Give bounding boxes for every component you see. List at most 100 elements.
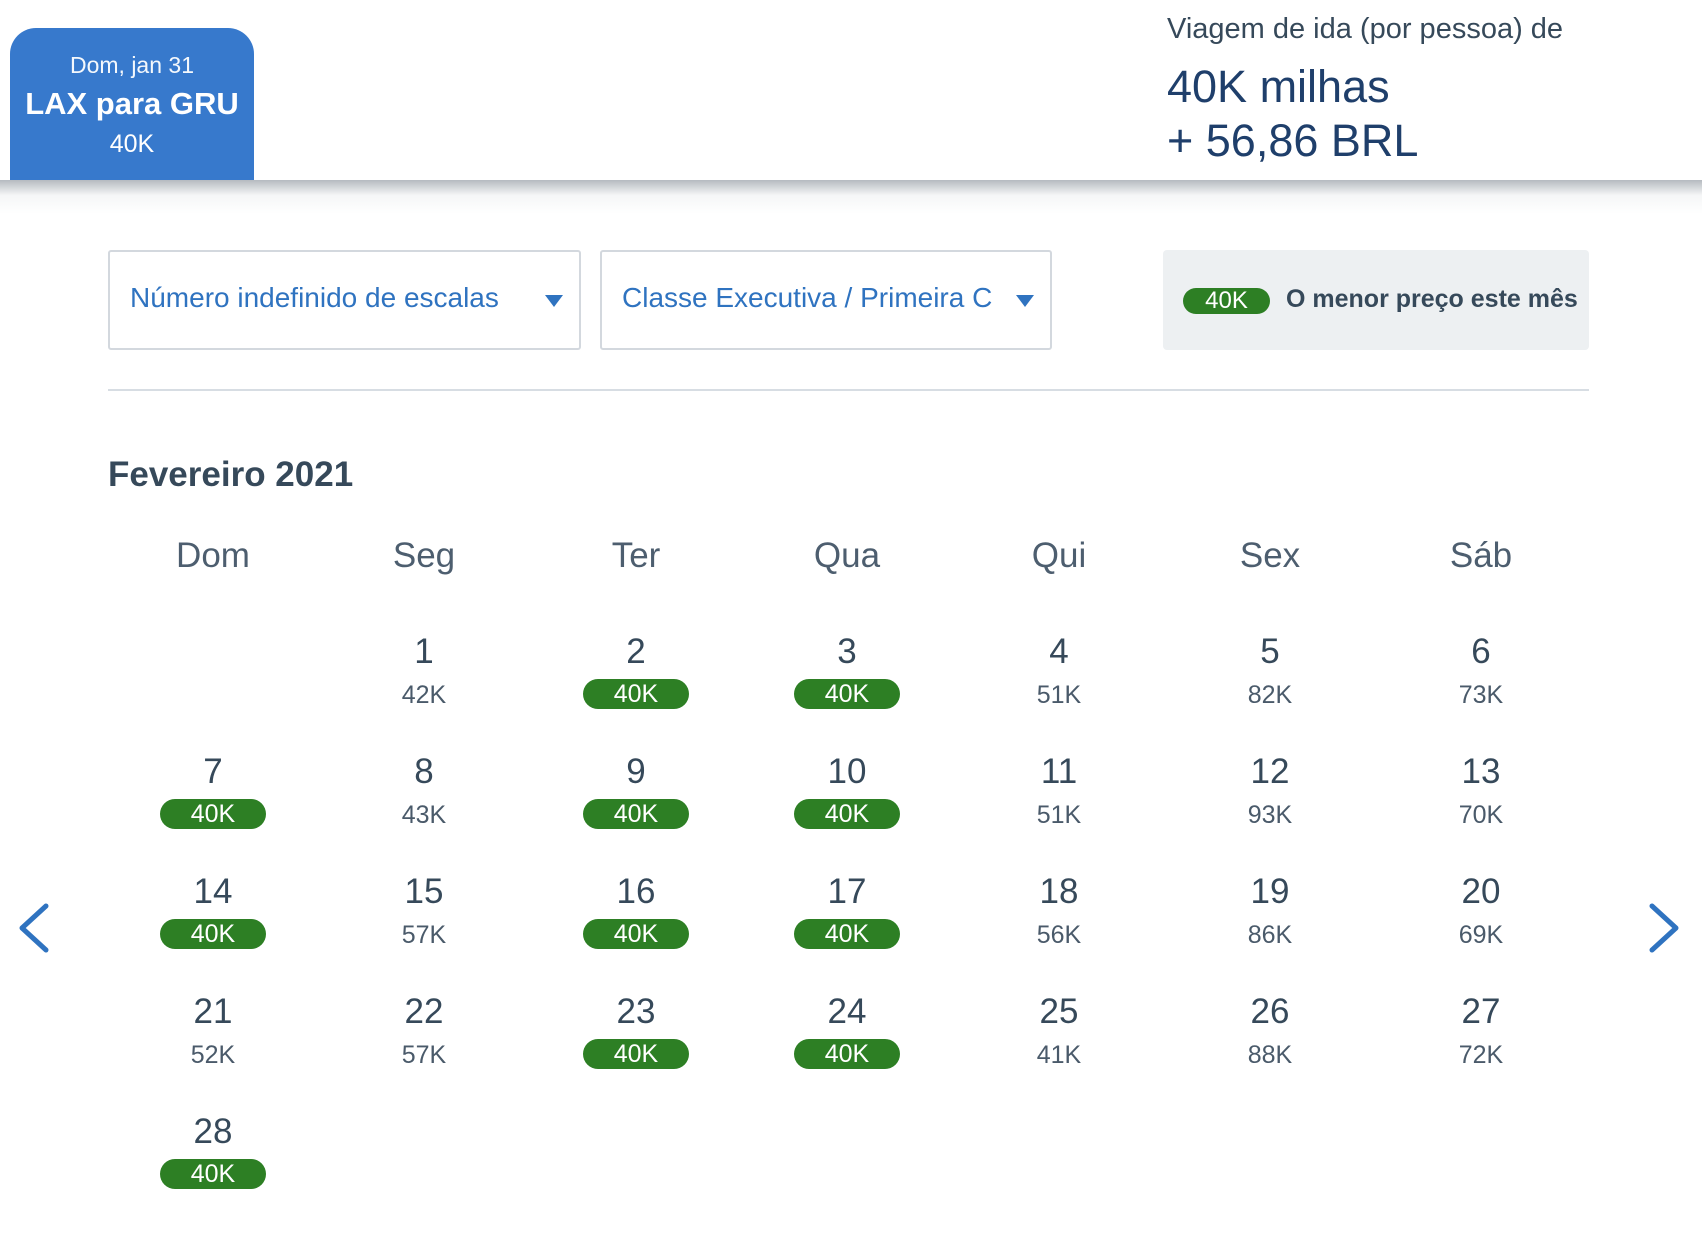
calendar-day[interactable]: 28 40K — [138, 1112, 288, 1212]
legend-text: O menor preço este mês — [1286, 285, 1578, 313]
calendar-day-lowest-price-pill: 40K — [583, 1039, 689, 1069]
calendar-day[interactable]: 24 40K — [772, 992, 922, 1092]
calendar-day-price: 70K — [1458, 801, 1504, 829]
calendar-day[interactable]: 1 42K — [349, 632, 499, 732]
calendar-day-price: 88K — [1247, 1041, 1293, 1069]
calendar-day-number: 16 — [616, 872, 656, 911]
calendar-day-price: 56K — [1036, 921, 1082, 949]
caret-down-icon — [1016, 295, 1034, 307]
calendar-day-lowest-price-pill: 40K — [794, 799, 900, 829]
calendar-day[interactable]: 15 57K — [349, 872, 499, 972]
calendar-day-number: 17 — [827, 872, 867, 911]
weekday-label: Dom — [176, 536, 250, 575]
calendar-day[interactable]: 21 52K — [138, 992, 288, 1092]
weekday-label: Ter — [611, 536, 661, 575]
calendar-day[interactable]: 19 86K — [1195, 872, 1345, 972]
header: Dom, jan 31 LAX para GRU 40K Viagem de i… — [0, 0, 1702, 180]
calendar-day[interactable]: 10 40K — [772, 752, 922, 852]
calendar-day[interactable]: 12 93K — [1195, 752, 1345, 852]
fare-summary: Viagem de ida (por pessoa) de 40K milhas… — [1167, 12, 1563, 168]
fare-label: Viagem de ida (por pessoa) de — [1167, 13, 1564, 45]
calendar-day-number: 21 — [193, 992, 233, 1031]
calendar-day[interactable]: 11 51K — [984, 752, 1134, 852]
calendar-day-number: 8 — [414, 752, 434, 791]
calendar-day[interactable]: 20 69K — [1406, 872, 1556, 972]
calendar-day-number: 19 — [1250, 872, 1290, 911]
calendar-day-price: 41K — [1036, 1041, 1082, 1069]
calendar-day-number: 18 — [1039, 872, 1079, 911]
cabin-class-dropdown[interactable]: Classe Executiva / Primeira Classe — [600, 250, 1052, 350]
calendar-day[interactable]: 22 57K — [349, 992, 499, 1092]
calendar-day-lowest-price-pill: 40K — [794, 1039, 900, 1069]
header-shadow — [0, 180, 1702, 214]
calendar-day-number: 22 — [404, 992, 444, 1031]
calendar-day[interactable]: 5 82K — [1195, 632, 1345, 732]
cabin-class-dropdown-value: Classe Executiva / Primeira Classe — [622, 282, 992, 313]
calendar-day[interactable]: 7 40K — [138, 752, 288, 852]
calendar-day[interactable]: 25 41K — [984, 992, 1134, 1092]
calendar-day-lowest-price-pill: 40K — [583, 679, 689, 709]
trip-tab-selected[interactable]: Dom, jan 31 LAX para GRU 40K — [10, 28, 254, 180]
calendar-day[interactable]: 13 70K — [1406, 752, 1556, 852]
calendar-day-price: 86K — [1247, 921, 1293, 949]
calendar-day-number: 20 — [1461, 872, 1501, 911]
weekday-label: Qui — [1031, 536, 1087, 575]
calendar-day-number: 5 — [1260, 632, 1280, 671]
calendar-day[interactable]: 6 73K — [1406, 632, 1556, 732]
calendar-day-lowest-price-pill: 40K — [794, 919, 900, 949]
calendar-day-number: 28 — [193, 1112, 233, 1151]
next-month-button[interactable] — [1634, 898, 1690, 958]
calendar-day-number: 25 — [1039, 992, 1079, 1031]
calendar-day-number: 9 — [626, 752, 646, 791]
calendar-day[interactable]: 18 56K — [984, 872, 1134, 972]
calendar-day[interactable]: 9 40K — [561, 752, 711, 852]
calendar-day-price: 69K — [1458, 921, 1504, 949]
calendar-day-number: 7 — [203, 752, 223, 791]
calendar-day-lowest-price-pill: 40K — [583, 799, 689, 829]
previous-month-button[interactable] — [8, 898, 64, 958]
trip-tab-price: 40K — [109, 130, 155, 158]
calendar-day-price: 51K — [1036, 801, 1082, 829]
calendar-day-number: 4 — [1049, 632, 1069, 671]
stops-dropdown[interactable]: Número indefinido de escalas — [108, 250, 581, 350]
trip-tab-date: Dom, jan 31 — [69, 52, 194, 78]
calendar-day-number: 13 — [1461, 752, 1501, 791]
calendar-day[interactable]: 14 40K — [138, 872, 288, 972]
calendar-day-price: 82K — [1247, 681, 1293, 709]
calendar-day-price: 52K — [190, 1041, 236, 1069]
calendar-day[interactable]: 4 51K — [984, 632, 1134, 732]
calendar-day[interactable]: 17 40K — [772, 872, 922, 972]
weekday-label: Sex — [1239, 536, 1301, 575]
weekday-label: Seg — [392, 536, 456, 575]
month-title: Fevereiro 2021 — [108, 455, 354, 494]
calendar-day-lowest-price-pill: 40K — [583, 919, 689, 949]
calendar-day[interactable]: 3 40K — [772, 632, 922, 732]
calendar-day[interactable]: 26 88K — [1195, 992, 1345, 1092]
calendar-day-number: 10 — [827, 752, 867, 791]
fare-cash: + 56,86 BRL — [1167, 115, 1419, 166]
calendar-day[interactable]: 23 40K — [561, 992, 711, 1092]
calendar-day-lowest-price-pill: 40K — [160, 919, 266, 949]
calendar-day-lowest-price-pill: 40K — [794, 679, 900, 709]
caret-down-icon — [545, 295, 563, 307]
calendar-day-number: 12 — [1250, 752, 1290, 791]
calendar-day[interactable]: 8 43K — [349, 752, 499, 852]
trip-tab-route: LAX para GRU — [25, 86, 239, 121]
calendar-day-number: 26 — [1250, 992, 1290, 1031]
calendar-day[interactable]: 16 40K — [561, 872, 711, 972]
calendar-day-price: 57K — [401, 921, 447, 949]
weekday-label: Qua — [813, 536, 881, 575]
fare-miles: 40K milhas — [1167, 61, 1390, 112]
calendar-day[interactable]: 27 72K — [1406, 992, 1556, 1092]
calendar-day-number: 15 — [404, 872, 444, 911]
calendar-day[interactable]: 2 40K — [561, 632, 711, 732]
calendar-day-price: 42K — [401, 681, 447, 709]
calendar-day-number: 1 — [414, 632, 434, 671]
calendar-day-price: 51K — [1036, 681, 1082, 709]
calendar-day-price: 72K — [1458, 1041, 1504, 1069]
calendar-day-number: 27 — [1461, 992, 1501, 1031]
divider — [108, 389, 1589, 391]
calendar-day-number: 14 — [193, 872, 233, 911]
calendar-day-price: 73K — [1458, 681, 1504, 709]
weekday-label: Sáb — [1449, 536, 1513, 575]
